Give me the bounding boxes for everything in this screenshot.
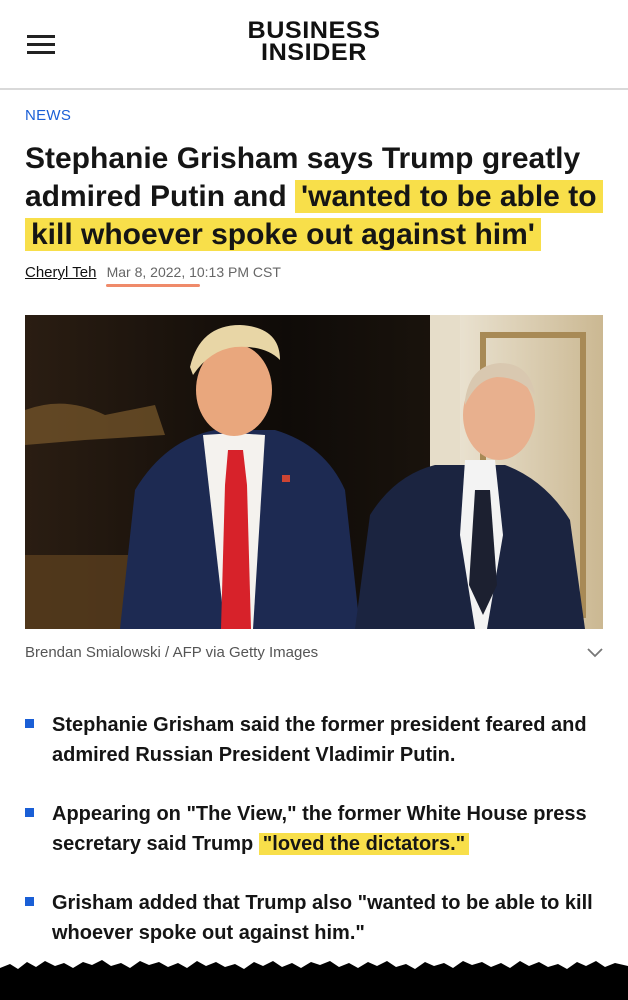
key-point-item: Appearing on "The View," the former Whit… bbox=[25, 799, 605, 859]
date-underline-mark bbox=[106, 284, 200, 287]
key-point-text: Stephanie Grisham said the former presid… bbox=[52, 714, 587, 766]
key-point-item: Stephanie Grisham said the former presid… bbox=[25, 710, 605, 770]
torn-edge-decoration bbox=[0, 960, 628, 1000]
business-insider-logo[interactable]: BUSINESS INSIDER bbox=[0, 19, 628, 65]
photo-caption: Brendan Smialowski / AFP via Getty Image… bbox=[25, 644, 319, 661]
site-header: BUSINESS INSIDER bbox=[0, 0, 628, 90]
chevron-down-icon[interactable] bbox=[586, 643, 604, 661]
key-point-highlighted-quote: "loved the dictators." bbox=[258, 833, 470, 855]
bullet-square-icon bbox=[25, 719, 34, 728]
article-photo[interactable] bbox=[25, 315, 603, 629]
bullet-square-icon bbox=[25, 808, 34, 817]
key-point-item: Grisham added that Trump also "wanted to… bbox=[25, 888, 605, 948]
key-point-text: Grisham added that Trump also "wanted to… bbox=[52, 892, 593, 944]
author-link[interactable]: Cheryl Teh bbox=[25, 264, 96, 281]
photo-trump-putin bbox=[25, 315, 603, 629]
bullet-square-icon bbox=[25, 897, 34, 906]
key-points-list: Stephanie Grisham said the former presid… bbox=[25, 710, 605, 948]
article-headline: Stephanie Grisham says Trump greatly adm… bbox=[25, 140, 610, 254]
byline: Cheryl Teh Mar 8, 2022, 10:13 PM CST bbox=[25, 264, 281, 281]
section-kicker-news[interactable]: NEWS bbox=[25, 107, 71, 124]
publish-date: Mar 8, 2022, 10:13 PM CST bbox=[106, 264, 281, 280]
